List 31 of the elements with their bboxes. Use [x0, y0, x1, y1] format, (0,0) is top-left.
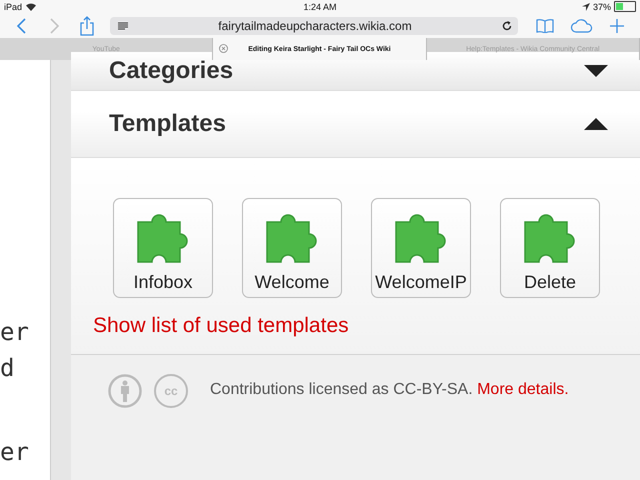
editor-text: er — [0, 437, 30, 468]
person-icon — [108, 374, 142, 408]
book-icon[interactable] — [536, 18, 554, 32]
section-header[interactable]: Categories — [71, 52, 640, 91]
battery-icon — [614, 1, 636, 12]
collapse-arrow-icon[interactable] — [584, 118, 608, 130]
expand-arrow-icon[interactable] — [584, 65, 608, 77]
template-button[interactable]: Welcome — [242, 198, 342, 298]
reader-icon[interactable] — [118, 22, 128, 30]
template-button[interactable]: Delete — [500, 198, 600, 298]
template-button[interactable]: WelcomeIP — [371, 198, 471, 298]
license-text: Contributions licensed as CC-BY-SA. More details. — [210, 381, 569, 399]
clock: 1:24 AM — [303, 2, 337, 12]
wifi-icon — [25, 2, 38, 11]
more-details-link[interactable]: More details. — [477, 381, 569, 398]
close-icon[interactable] — [219, 44, 228, 53]
used-templates-link[interactable]: Show list of used templates — [93, 314, 349, 338]
battery-percent: 37% — [592, 2, 611, 12]
editor-text: er — [0, 317, 30, 348]
address-bar[interactable]: fairytailmadeupcharacters.wikia.com — [110, 16, 518, 34]
share-icon[interactable] — [80, 16, 94, 36]
plus-icon[interactable] — [610, 18, 624, 32]
template-button[interactable]: Infobox — [113, 198, 213, 298]
forward-icon[interactable] — [48, 18, 60, 34]
device-name: iPad — [4, 2, 22, 12]
cloud-icon[interactable] — [570, 18, 594, 32]
back-icon[interactable] — [16, 18, 28, 34]
reload-icon[interactable] — [502, 20, 512, 30]
url-text: fairytailmadeupcharacters.wikia.com — [217, 18, 413, 32]
editor-text: d — [0, 353, 16, 384]
location-arrow-icon — [582, 2, 590, 10]
